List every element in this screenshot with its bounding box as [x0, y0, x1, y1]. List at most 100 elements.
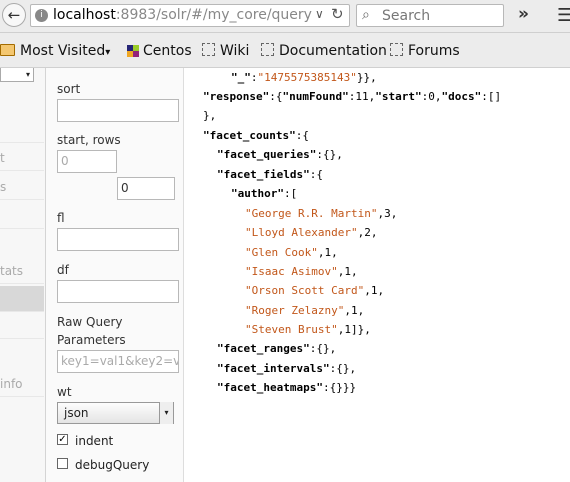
- author-name: "Orson Scott Card": [245, 284, 365, 297]
- author-name: "Isaac Asimov": [245, 265, 338, 278]
- json-key: "facet_heatmaps": [217, 381, 323, 394]
- url-history-chevron-icon[interactable]: ∨: [315, 7, 324, 21]
- chevron-down-icon: ▾: [105, 47, 111, 58]
- json-line: "facet_counts":{: [203, 129, 309, 142]
- core-selector[interactable]: ▾: [0, 68, 34, 82]
- json-line: "Isaac Asimov",1,: [245, 265, 358, 278]
- json-line: "Roger Zelazny",1,: [245, 304, 365, 317]
- author-count: 1: [324, 246, 332, 259]
- indent-checkbox[interactable]: ✓: [57, 434, 68, 445]
- url-path: :8983/solr/#/my_core/query: [115, 7, 312, 23]
- raw-query-input[interactable]: key1=val1&key2=v: [57, 350, 179, 373]
- result-panel: "_":"1475575385143"}}, "response":{"numF…: [184, 68, 570, 482]
- author-count: 2: [364, 226, 371, 239]
- raw-query-label: Raw Query: [57, 315, 123, 329]
- sidebar-item[interactable]: [0, 203, 44, 229]
- json-number: 0: [428, 90, 435, 103]
- page-icon: [202, 43, 215, 56]
- rows-input[interactable]: 0: [117, 177, 175, 200]
- sidebar-item-label: tats: [0, 264, 24, 278]
- sidebar-item[interactable]: s: [0, 174, 44, 200]
- json-line: },: [203, 109, 217, 122]
- bookmark-label: Forums: [408, 43, 460, 59]
- wt-label: wt: [57, 385, 72, 399]
- df-input[interactable]: [57, 280, 179, 303]
- author-name: "Steven Brust": [245, 323, 338, 336]
- back-button[interactable]: ←: [2, 3, 26, 27]
- json-line: "Glen Cook",1,: [245, 246, 338, 259]
- json-key: "start": [375, 90, 422, 103]
- start-rows-label: start, rows: [57, 133, 121, 147]
- json-key: "facet_ranges": [217, 342, 310, 355]
- core-sidebar: ▾ t s tats info: [0, 68, 46, 482]
- sort-input[interactable]: [57, 99, 179, 122]
- globe-icon: i: [35, 9, 48, 22]
- sidebar-item-label: info: [0, 377, 23, 391]
- page-icon: [390, 43, 403, 56]
- wt-select[interactable]: json ▾: [57, 402, 174, 424]
- json-key: "facet_counts": [203, 129, 296, 142]
- sort-label: sort: [57, 82, 81, 96]
- sidebar-item-label: t: [0, 151, 5, 165]
- author-count: 1: [370, 284, 378, 297]
- author-count: 1: [344, 323, 351, 336]
- json-key: "_": [231, 71, 251, 84]
- sidebar-item[interactable]: info: [0, 371, 44, 397]
- bookmark-label: Most Visited: [20, 43, 106, 59]
- page-icon: [261, 43, 274, 56]
- sidebar-item[interactable]: tats: [0, 258, 44, 284]
- fl-input[interactable]: [57, 228, 179, 251]
- url-text: localhost:8983/solr/#/my_core/query: [53, 7, 312, 23]
- chevron-down-icon: ▾: [159, 402, 173, 424]
- json-line: "Orson Scott Card",1,: [245, 284, 385, 297]
- sidebar-item[interactable]: [0, 313, 44, 339]
- parameters-label: Parameters: [57, 333, 126, 347]
- json-line: "George R.R. Martin",3,: [245, 207, 398, 220]
- json-key: "response": [203, 90, 270, 103]
- bookmark-wiki[interactable]: Wiki: [202, 43, 249, 59]
- chevron-down-icon: ▾: [25, 70, 30, 79]
- author-count: 1: [350, 304, 358, 317]
- author-name: "Roger Zelazny": [245, 304, 345, 317]
- bookmark-most-visited[interactable]: Most Visited▾: [0, 43, 110, 59]
- overflow-chevron-icon[interactable]: »: [518, 4, 529, 24]
- sidebar-item-label: s: [0, 180, 7, 194]
- author-count: 3: [384, 207, 391, 220]
- json-key: "numFound": [282, 90, 349, 103]
- sidebar-item[interactable]: [0, 117, 44, 143]
- json-line: "response":{"numFound":11,"start":0,"doc…: [203, 90, 502, 103]
- fl-label: fl: [57, 211, 65, 225]
- search-input[interactable]: ⌕ Search: [356, 4, 504, 27]
- author-name: "George R.R. Martin": [245, 207, 378, 220]
- json-key: "author": [231, 187, 284, 200]
- folder-icon: [0, 44, 15, 56]
- df-label: df: [57, 263, 69, 277]
- bookmark-forums[interactable]: Forums: [390, 43, 460, 59]
- query-form: sort start, rows 0 0 fl df Raw Query Par…: [46, 68, 184, 482]
- reload-icon[interactable]: ↻: [331, 5, 344, 23]
- author-name: "Glen Cook": [245, 246, 318, 259]
- start-input[interactable]: 0: [57, 150, 117, 173]
- wt-selected-value: json: [64, 406, 89, 420]
- url-bar[interactable]: i localhost:8983/solr/#/my_core/query ∨ …: [30, 4, 350, 27]
- json-number: 11: [355, 90, 369, 103]
- debug-query-checkbox[interactable]: [57, 458, 68, 469]
- search-placeholder: Search: [382, 8, 431, 24]
- bookmark-documentation[interactable]: Documentation: [261, 43, 387, 59]
- json-line: "Steven Brust",1]},: [245, 323, 371, 336]
- author-count: 1: [344, 265, 351, 278]
- json-line: "Lloyd Alexander",2,: [245, 226, 378, 239]
- json-line: "_":"1475575385143"}},: [231, 71, 377, 84]
- json-line: "facet_heatmaps":{}}}: [217, 381, 357, 394]
- bookmark-label: Centos: [143, 43, 192, 59]
- json-key: "facet_intervals": [217, 362, 330, 375]
- author-name: "Lloyd Alexander": [245, 226, 358, 239]
- bookmark-centos[interactable]: Centos: [127, 43, 192, 59]
- bookmarks-bar: Most Visited▾ Centos Wiki Documentation …: [0, 33, 570, 68]
- hamburger-menu-icon[interactable]: ☰: [557, 5, 570, 26]
- centos-icon: [127, 45, 139, 57]
- json-key: "facet_queries": [217, 148, 317, 161]
- sidebar-item-query[interactable]: [0, 286, 44, 312]
- json-line: "facet_queries":{},: [217, 148, 343, 161]
- sidebar-item[interactable]: t: [0, 145, 44, 171]
